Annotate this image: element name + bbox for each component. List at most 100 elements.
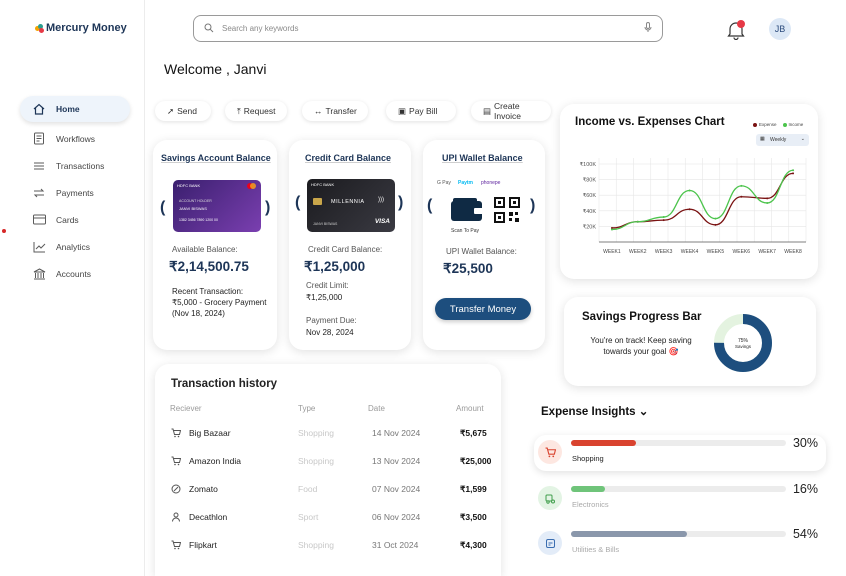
welcome-heading: Welcome , Janvi (164, 61, 267, 77)
sidebar-item-cards[interactable]: Cards (20, 206, 130, 233)
sidebar-item-analytics[interactable]: Analytics (20, 233, 130, 260)
gpay-logo: G Pay (437, 180, 451, 186)
table-row[interactable]: Amazon India Shopping 13 Nov 2024 ₹25,00… (155, 456, 501, 470)
cart-icon (171, 428, 182, 438)
sidebar-item-label: Transactions (56, 160, 105, 171)
transaction-type: Shopping (298, 456, 334, 466)
transfer-button[interactable]: ↔ Transfer (302, 101, 368, 121)
column-header-receiver[interactable]: Reciever (170, 404, 202, 413)
savings-title: Savings Progress Bar (582, 311, 702, 323)
electronics-icon (538, 486, 562, 510)
x-tick-label: WEEK2 (629, 249, 647, 255)
sidebar-item-transactions[interactable]: Transactions (20, 152, 130, 179)
credit-card-image: HDFC BANK MILLENNIA ))) JANVI BISWAS VIS… (307, 179, 395, 232)
notification-bell-icon[interactable] (727, 20, 745, 41)
notification-dot (737, 20, 745, 28)
document-icon (32, 132, 46, 146)
y-tick-label: ₹60K (583, 192, 597, 199)
send-label: Send (177, 106, 197, 116)
chevron-down-icon: ⌄ (635, 406, 649, 418)
savings-card-title: Savings Account Balance (161, 153, 271, 163)
sidebar-item-home[interactable]: Home (20, 96, 130, 122)
utilities-percent: 54% (792, 527, 818, 541)
savings-message: You're on track! Keep saving towards you… (590, 336, 692, 356)
receiver-name: Amazon India (189, 456, 241, 466)
x-tick-label: WEEK4 (681, 249, 699, 255)
savings-account-card[interactable]: Savings Account Balance ( ) HDFC BANK AC… (153, 140, 277, 350)
credit-card-title: Credit Card Balance (305, 153, 392, 163)
data-point-income (714, 217, 717, 220)
indicator-dot (2, 229, 6, 233)
x-tick-label: WEEK3 (655, 249, 673, 255)
pay-bill-label: Pay Bill (409, 106, 438, 116)
expense-item-electronics[interactable]: 16% Electronics (534, 481, 826, 517)
data-point-expense (662, 219, 665, 222)
paytm-logo: Paytm (458, 180, 474, 186)
savings-progress-panel: Savings Progress Bar You're on track! Ke… (564, 297, 816, 386)
transaction-date: 06 Nov 2024 (372, 512, 421, 522)
sidebar-item-workflows[interactable]: Workflows (20, 125, 130, 152)
utilities-label: Utilities & Bills (572, 545, 620, 554)
transaction-date: 07 Nov 2024 (372, 484, 421, 494)
pay-bill-button[interactable]: ▣ Pay Bill (386, 101, 456, 121)
left-paren: ( (295, 194, 301, 211)
qr-code-icon[interactable] (494, 197, 520, 228)
column-header-date[interactable]: Date (368, 404, 385, 413)
sidebar: Mercury Money Home Workflows Transaction… (0, 0, 145, 576)
shopping-percent: 30% (792, 436, 818, 450)
avatar[interactable]: JB (769, 18, 791, 40)
app-name: Mercury Money (46, 22, 127, 34)
transaction-amount: ₹4,300 (460, 540, 487, 550)
payment-due-date: Nov 28, 2024 (306, 328, 354, 337)
expense-item-shopping[interactable]: 30% Shopping (534, 435, 826, 471)
sidebar-nav: Home Workflows Transactions Payments Car… (20, 96, 130, 287)
sidebar-item-accounts[interactable]: Accounts (20, 260, 130, 287)
request-button[interactable]: ⤒ Request (225, 101, 287, 121)
transfer-money-button[interactable]: Transfer Money (435, 298, 531, 320)
credit-card-card[interactable]: Credit Card Balance ( ) HDFC BANK MILLEN… (289, 140, 411, 350)
right-paren: ) (398, 194, 404, 211)
phonepe-logo: phonepe (481, 180, 501, 186)
data-point-expense (766, 197, 769, 200)
card-holder: JANVI BISWAS (179, 206, 207, 211)
income-expense-chart: ₹100K ₹80K ₹60K ₹40K ₹20K WEEK1 WEEK2 WEEK3 WEEK… (580, 158, 807, 255)
x-tick-label: WEEK5 (707, 249, 725, 255)
wallet-icon (450, 197, 484, 228)
sidebar-item-label: Accounts (56, 268, 91, 279)
microphone-icon[interactable] (644, 22, 652, 35)
food-icon (171, 484, 181, 494)
send-button[interactable]: ➚ Send (155, 101, 211, 121)
avatar-initials: JB (774, 24, 786, 34)
y-tick-label: ₹100K (580, 161, 597, 168)
left-paren: ( (427, 197, 433, 214)
sidebar-item-label: Analytics (56, 241, 91, 252)
shopping-progress-fill (571, 440, 636, 446)
expense-item-utilities[interactable]: 54% Utilities & Bills (534, 526, 826, 562)
table-row[interactable]: Big Bazaar Shopping 14 Nov 2024 ₹5,675 (155, 428, 501, 442)
x-tick-label: WEEK8 (784, 249, 802, 255)
upi-wallet-card[interactable]: UPI Wallet Balance ( ) G Pay Paytm phone… (423, 140, 545, 350)
column-header-amount[interactable]: Amount (456, 404, 484, 413)
bill-icon (538, 531, 562, 555)
card-holder: JANVI BISWAS (313, 222, 338, 226)
app-logo[interactable]: Mercury Money (35, 22, 127, 34)
expense-insights-title: Expense Insights (541, 406, 636, 418)
card-name: MILLENNIA (331, 199, 365, 205)
column-header-type[interactable]: Type (298, 404, 315, 413)
x-tick-label: WEEK7 (758, 249, 776, 255)
cart-icon (538, 440, 562, 464)
data-point-income (610, 228, 613, 231)
transaction-amount: ₹3,500 (460, 512, 487, 522)
search-input[interactable]: Search any keywords (193, 15, 663, 42)
sidebar-item-payments[interactable]: Payments (20, 179, 130, 206)
create-invoice-button[interactable]: ▤ Create Invoice (471, 101, 551, 121)
electronics-progress-bar (571, 486, 786, 492)
table-row[interactable]: Zomato Food 07 Nov 2024 ₹1,599 (155, 484, 501, 498)
sidebar-item-label: Cards (56, 214, 79, 225)
savings-donut-chart: 75% Savings (714, 314, 772, 372)
table-row[interactable]: Decathlon Sport 06 Nov 2024 ₹3,500 (155, 512, 501, 526)
expense-insights-dropdown[interactable]: Expense Insights ⌄ (541, 404, 648, 418)
right-paren: ) (265, 199, 271, 216)
income-expense-chart-panel: Income vs. Expenses Chart Expense Income… (560, 104, 818, 279)
table-row[interactable]: Flipkart Shopping 31 Oct 2024 ₹4,300 (155, 540, 501, 554)
